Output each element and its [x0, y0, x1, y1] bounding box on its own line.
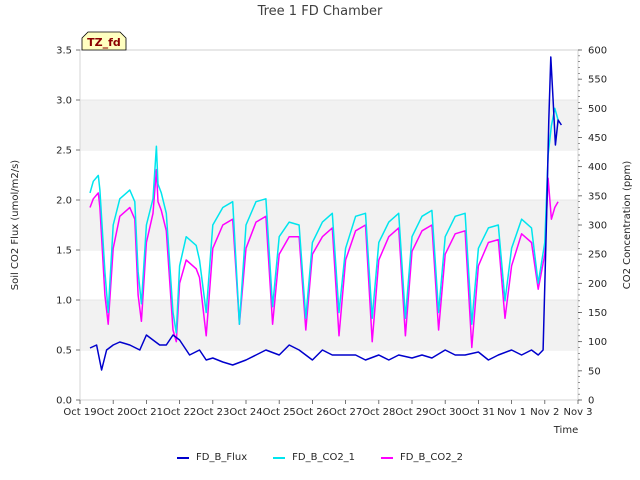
y-right-tick-label: 250 — [588, 250, 607, 261]
y-left-tick-label: 1.5 — [56, 246, 72, 257]
legend-swatch — [273, 456, 286, 459]
y-left-tick-label: 0.5 — [56, 346, 72, 357]
y-left-tick-label: 2.5 — [56, 146, 72, 157]
legend-label: FD_B_Flux — [196, 452, 248, 463]
legend-swatch — [381, 456, 394, 459]
tz-badge: TZ_fd — [81, 31, 127, 51]
x-tick-label: Oct 26 — [296, 407, 329, 418]
y-right-tick-label: 50 — [588, 366, 601, 377]
legend-item-FD_B_CO2_2: FD_B_CO2_2 — [381, 452, 463, 463]
grid-band — [80, 100, 578, 150]
legend-label: FD_B_CO2_1 — [292, 452, 356, 463]
x-tick-label: Nov 1 — [497, 407, 526, 418]
grid-band — [80, 200, 578, 250]
x-tick-label: Oct 20 — [97, 407, 130, 418]
y-right-tick-label: 150 — [588, 308, 607, 319]
chart-svg: Oct 19 Oct 20 Oct 21 Oct 22 Oct 23 Oct 24 Oct … — [10, 4, 633, 436]
y-right-tick-label: 200 — [588, 279, 607, 290]
x-tick-label: Oct 27 — [329, 407, 362, 418]
grid-band — [80, 300, 578, 350]
y-right-tick-label: 350 — [588, 191, 607, 202]
chart-title: Tree 1 FD Chamber — [257, 4, 383, 19]
y-right-tick-label: 500 — [588, 104, 607, 115]
x-tick-label: Oct 22 — [163, 407, 196, 418]
y-right-tick-label: 550 — [588, 75, 607, 86]
y-left-tick-label: 3.0 — [56, 96, 72, 107]
y-right-tick-label: 0 — [588, 396, 594, 407]
x-ticks: Oct 19 Oct 20 Oct 21 Oct 22 Oct 23 Oct 24 Oct … — [63, 400, 593, 418]
x-tick-label: Oct 28 — [362, 407, 395, 418]
legend: FD_B_Flux FD_B_CO2_1 FD_B_CO2_2 — [0, 452, 640, 463]
y-right-tick-label: 450 — [588, 133, 607, 144]
x-axis-title: Time — [553, 425, 578, 436]
y-left-tick-label: 3.5 — [56, 46, 72, 57]
y-left-tick-label: 1.0 — [56, 296, 72, 307]
y-right-ticks: 0 50 100 150 200 250 300 350 400 450 500 550 600 — [578, 46, 607, 407]
x-tick-label: Oct 31 — [462, 407, 495, 418]
y-right-axis-title: CO2 Concentration (ppm) — [622, 161, 633, 290]
x-tick-label: Oct 24 — [229, 407, 262, 418]
y-right-tick-label: 100 — [588, 337, 607, 348]
x-tick-label: Oct 21 — [130, 407, 163, 418]
x-tick-label: Oct 23 — [196, 407, 229, 418]
x-tick-label: Nov 3 — [563, 407, 592, 418]
y-left-tick-label: 2.0 — [56, 196, 72, 207]
x-tick-label: Nov 2 — [530, 407, 559, 418]
y-left-tick-label: 0.0 — [56, 396, 72, 407]
x-tick-label: Oct 19 — [63, 407, 96, 418]
tz-badge-label: TZ_fd — [87, 36, 121, 49]
x-tick-label: Oct 30 — [429, 407, 462, 418]
y-right-tick-label: 600 — [588, 46, 607, 57]
x-tick-label: Oct 29 — [395, 407, 428, 418]
background-bands — [80, 49, 578, 400]
y-left-ticks: 0.0 0.5 1.0 1.5 2.0 2.5 3.0 3.5 — [56, 46, 80, 407]
legend-label: FD_B_CO2_2 — [400, 452, 463, 463]
x-tick-label: Oct 25 — [263, 407, 296, 418]
y-right-tick-label: 400 — [588, 162, 607, 173]
y-left-axis-title: Soil CO2 Flux (umol/m2/s) — [10, 160, 21, 290]
legend-item-FD_B_CO2_1: FD_B_CO2_1 — [273, 452, 355, 463]
y-right-tick-label: 300 — [588, 221, 607, 232]
legend-swatch — [177, 456, 190, 459]
legend-item-FD_B_Flux: FD_B_Flux — [177, 452, 247, 463]
